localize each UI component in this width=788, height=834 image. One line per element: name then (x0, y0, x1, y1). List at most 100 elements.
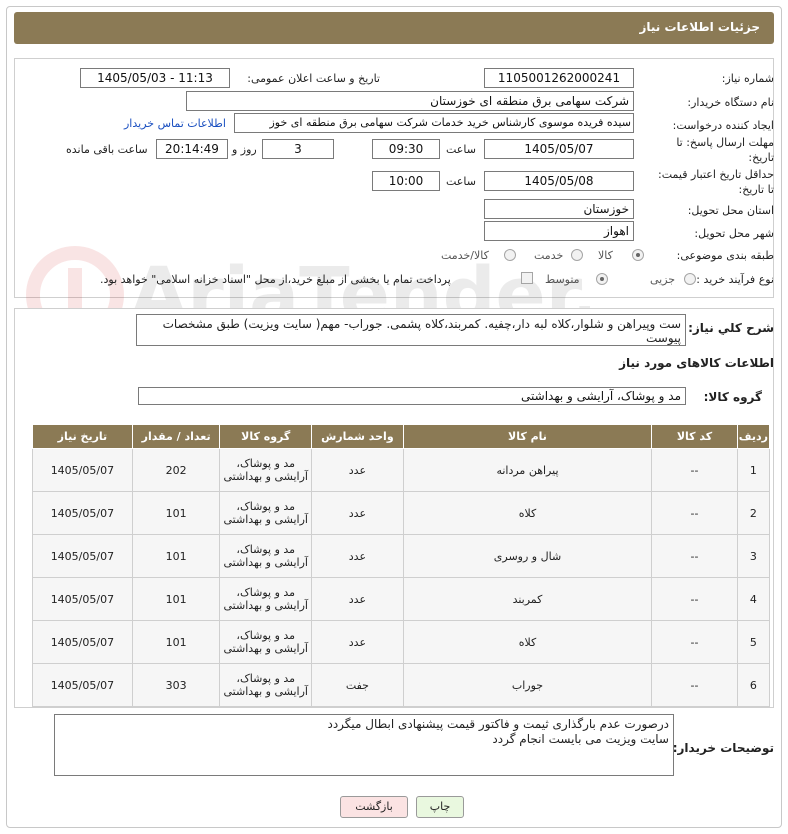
header-need-date: تاریخ نیاز (32, 424, 133, 449)
buyer-notes-line-2: سایت ویزیت می بایست انجام گردد (492, 732, 669, 746)
contact-info-link[interactable]: اطلاعات تماس خریدار (124, 117, 226, 130)
table-row: 2 -- کلاه عدد مد و پوشاک، آرایشی و بهداش… (32, 491, 771, 535)
cell-quantity: 101 (131, 577, 221, 621)
province-label: استان محل تحویل: (687, 204, 774, 217)
cell-goods-code: -- (651, 620, 738, 664)
cell-unit: عدد (311, 448, 404, 492)
header-goods-code: کد کالا (651, 424, 738, 449)
cell-need-date: 1405/05/07 (32, 448, 133, 492)
cell-quantity: 101 (131, 491, 221, 535)
category-option-service: خدمت (534, 249, 564, 262)
cell-goods-group: مد و پوشاک، آرایشی و بهداشتی (219, 491, 313, 535)
buyer-org-field: شرکت سهامی برق منطقه ای خوزستان (186, 91, 634, 111)
city-label: شهر محل تحویل: (694, 227, 774, 240)
cell-need-date: 1405/05/07 (32, 620, 133, 664)
cell-goods-group: مد و پوشاک، آرایشی و بهداشتی (219, 620, 313, 664)
validity-date-field: 1405/05/08 (484, 171, 634, 191)
treasury-payment-checkbox[interactable] (521, 272, 533, 284)
cell-quantity: 101 (131, 534, 221, 578)
category-radio-service[interactable] (571, 249, 583, 261)
cell-row-number: 5 (736, 620, 771, 664)
category-option-goods-service: کالا/خدمت (441, 249, 489, 262)
process-radio-partial[interactable] (684, 273, 696, 285)
deadline-label: مهلت ارسال پاسخ: تا (676, 136, 774, 149)
cell-unit: عدد (311, 577, 404, 621)
announce-field: 1405/05/03 - 11:13 (80, 68, 230, 88)
back-button[interactable]: بازگشت (340, 796, 408, 818)
cell-need-date: 1405/05/07 (32, 534, 133, 578)
table-header-row: ردیف کد کالا نام کالا واحد شمارش گروه کا… (32, 424, 771, 449)
header-goods-group: گروه کالا (219, 424, 313, 449)
cell-goods-name: جوراب (402, 663, 653, 707)
deadline-date-field: 1405/05/07 (484, 139, 634, 159)
header-goods-name: نام کالا (402, 424, 653, 449)
cell-goods-name: کمربند (402, 577, 653, 621)
deadline-label-date: تاریخ: (748, 151, 774, 164)
goods-table: ردیف کد کالا نام کالا واحد شمارش گروه کا… (32, 424, 771, 707)
cell-unit: عدد (311, 491, 404, 535)
category-label: طبقه بندی موضوعی: (676, 249, 774, 262)
cell-row-number: 6 (736, 663, 771, 707)
cell-row-number: 2 (736, 491, 771, 535)
process-option-medium: متوسط (545, 273, 580, 286)
cell-goods-code: -- (651, 577, 738, 621)
process-option-partial: جزیی (650, 273, 676, 286)
print-button[interactable]: چاپ (416, 796, 464, 818)
table-row: 6 -- جوراب جفت مد و پوشاک، آرایشی و بهدا… (32, 663, 771, 707)
need-number-field: 1105001262000241 (484, 68, 634, 88)
days-label: روز و (232, 143, 257, 156)
cell-quantity: 303 (131, 663, 221, 707)
category-radio-goods-service[interactable] (504, 249, 516, 261)
validity-label: حداقل تاریخ اعتبار قیمت: (658, 168, 774, 181)
need-number-label: شماره نیاز: (721, 72, 774, 85)
announce-label: تاریخ و ساعت اعلان عمومی: (247, 72, 380, 85)
goods-group-field: مد و پوشاک، آرایشی و بهداشتی (138, 387, 686, 405)
process-radio-medium[interactable] (596, 273, 608, 285)
creator-label: ایجاد کننده درخواست: (672, 119, 774, 132)
validity-time-label: ساعت (446, 175, 476, 188)
deadline-time-label: ساعت (446, 143, 476, 156)
goods-section-title: اطلاعات کالاهای مورد نیاز (619, 356, 774, 370)
validity-time-field: 10:00 (372, 171, 440, 191)
days-field: 3 (262, 139, 334, 159)
cell-need-date: 1405/05/07 (32, 491, 133, 535)
cell-row-number: 3 (736, 534, 771, 578)
buyer-org-label: نام دستگاه خریدار: (687, 96, 774, 109)
header-quantity: تعداد / مقدار (131, 424, 221, 449)
buyer-notes-line-1: درصورت عدم بارگذاری ثیمت و فاکتور قیمت پ… (327, 717, 669, 731)
cell-goods-code: -- (651, 663, 738, 707)
cell-row-number: 4 (736, 577, 771, 621)
header-unit: واحد شمارش (311, 424, 404, 449)
summary-text: ست وپیراهن و شلوار،کلاه لبه دار،چفیه. کم… (136, 314, 686, 346)
deadline-time-field: 09:30 (372, 139, 440, 159)
goods-group-label: گروه کالا: (703, 390, 762, 404)
remaining-label: ساعت باقی مانده (66, 143, 148, 156)
cell-goods-code: -- (651, 448, 738, 492)
table-row: 1 -- پیراهن مردانه عدد مد و پوشاک، آرایش… (32, 448, 771, 492)
category-option-goods: کالا (598, 249, 613, 262)
process-label: نوع فرآیند خرید : (696, 273, 774, 286)
cell-goods-group: مد و پوشاک، آرایشی و بهداشتی (219, 663, 313, 707)
cell-quantity: 202 (131, 448, 221, 492)
city-field: اهواز (484, 221, 634, 241)
cell-goods-name: کلاه (402, 620, 653, 664)
remaining-time-field: 20:14:49 (156, 139, 228, 159)
validity-label-date: تا تاریخ: (738, 183, 774, 196)
cell-goods-group: مد و پوشاک، آرایشی و بهداشتی (219, 448, 313, 492)
province-field: خوزستان (484, 199, 634, 219)
cell-unit: عدد (311, 534, 404, 578)
table-row: 3 -- شال و روسری عدد مد و پوشاک، آرایشی … (32, 534, 771, 578)
cell-unit: عدد (311, 620, 404, 664)
cell-goods-name: شال و روسری (402, 534, 653, 578)
cell-goods-group: مد و پوشاک، آرایشی و بهداشتی (219, 577, 313, 621)
creator-field: سیده فریده موسوی کارشناس خرید خدمات شرکت… (234, 113, 634, 133)
category-radio-goods[interactable] (632, 249, 644, 261)
cell-unit: جفت (311, 663, 404, 707)
table-row: 5 -- کلاه عدد مد و پوشاک، آرایشی و بهداش… (32, 620, 771, 664)
cell-goods-code: -- (651, 491, 738, 535)
header-bar: جزئیات اطلاعات نیاز (14, 12, 774, 44)
header-row-number: ردیف (736, 424, 771, 449)
cell-goods-name: کلاه (402, 491, 653, 535)
cell-quantity: 101 (131, 620, 221, 664)
cell-goods-group: مد و پوشاک، آرایشی و بهداشتی (219, 534, 313, 578)
